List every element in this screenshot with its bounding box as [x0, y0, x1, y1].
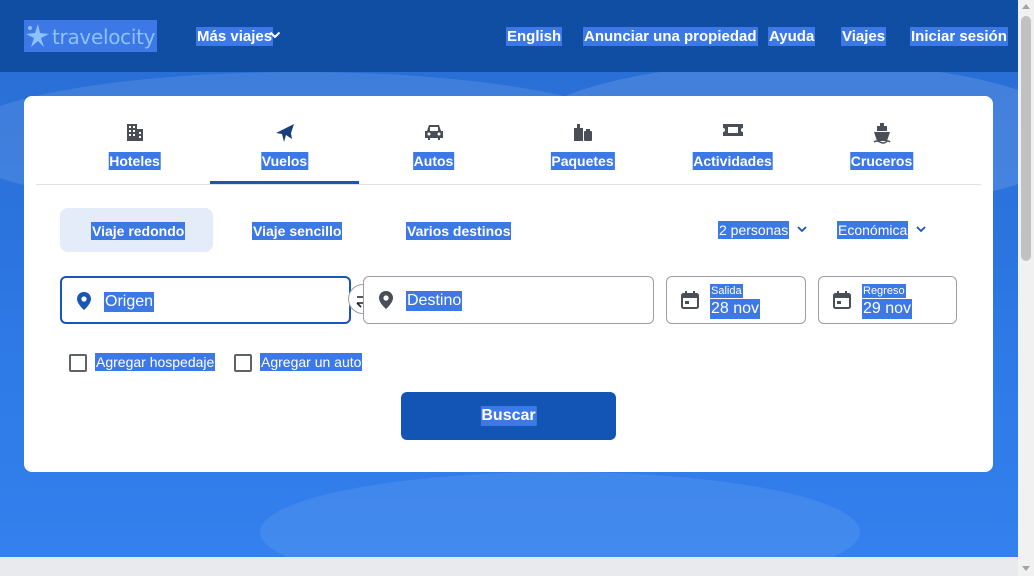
tab-flights[interactable]: Vuelos [210, 96, 359, 184]
location-pin-icon [379, 291, 393, 309]
tab-cruises-label: Cruceros [849, 152, 914, 170]
search-button-label: Buscar [480, 406, 537, 426]
more-trips-menu[interactable]: Más viajes [196, 27, 274, 46]
scroll-up-arrow-icon[interactable] [1022, 4, 1030, 9]
return-date-field[interactable]: Regreso 29 nov [818, 276, 957, 324]
nav-sign-in[interactable]: Iniciar sesión [910, 27, 1008, 46]
scroll-thumb[interactable] [1021, 16, 1031, 261]
tab-flights-label: Vuelos [260, 152, 309, 170]
add-lodging-label[interactable]: Agregar hospedaje [95, 353, 216, 371]
add-car-label[interactable]: Agregar un auto [260, 353, 363, 371]
nav-help[interactable]: Ayuda [768, 27, 816, 46]
trip-type-round-trip-label[interactable]: Viaje redondo [91, 222, 186, 240]
chevron-down-icon[interactable] [269, 30, 281, 40]
origin-field[interactable]: Origen [60, 276, 351, 324]
destination-field[interactable]: Destino [363, 276, 654, 324]
tab-hotels[interactable]: Hoteles [60, 96, 209, 184]
chevron-down-icon[interactable] [796, 224, 808, 234]
tab-cars[interactable]: Autos [359, 96, 508, 184]
departure-date-field[interactable]: Salida 28 nov [666, 276, 806, 324]
return-value: 29 nov [862, 299, 913, 319]
tab-packages[interactable]: Paquetes [508, 96, 657, 184]
nav-list-property[interactable]: Anunciar una propiedad [583, 27, 758, 46]
scroll-down-arrow-icon[interactable] [1022, 566, 1030, 571]
building-icon [126, 124, 143, 141]
cabin-class-dropdown[interactable]: Económica [837, 221, 909, 239]
chevron-down-icon[interactable] [915, 224, 927, 234]
logo-star-icon [26, 24, 49, 47]
plane-icon [275, 124, 294, 142]
travelers-dropdown[interactable]: 2 personas [718, 221, 790, 239]
nav-trips[interactable]: Viajes [841, 27, 887, 46]
travelocity-logo[interactable]: travelocity [24, 20, 157, 52]
search-button[interactable]: Buscar [401, 392, 616, 440]
nav-language[interactable]: English [506, 27, 563, 46]
trip-type-multi-city[interactable]: Varios destinos [406, 222, 512, 240]
return-label: Regreso [862, 284, 906, 298]
logo-text: travelocity [52, 25, 156, 49]
tab-cruises[interactable]: Cruceros [807, 96, 956, 184]
origin-placeholder: Origen [104, 292, 155, 312]
packages-icon [573, 124, 592, 141]
location-pin-icon [77, 292, 91, 310]
tab-cars-label: Autos [412, 152, 455, 170]
ticket-icon [722, 124, 743, 136]
destination-placeholder: Destino [406, 291, 463, 311]
departure-label: Salida [710, 284, 743, 298]
tab-hotels-label: Hoteles [108, 152, 161, 170]
tab-activities[interactable]: Actividades [658, 96, 807, 184]
add-lodging-checkbox[interactable] [69, 354, 87, 372]
calendar-icon [681, 291, 699, 309]
cruise-icon [873, 123, 891, 144]
tab-packages-label: Paquetes [550, 152, 615, 170]
departure-value: 28 nov [710, 299, 761, 319]
trip-type-one-way[interactable]: Viaje sencillo [252, 222, 343, 240]
search-card: Hoteles Vuelos Autos Paquetes Actividade… [24, 96, 993, 472]
tabs-divider [36, 184, 981, 185]
car-icon [424, 125, 443, 140]
calendar-icon [833, 291, 851, 309]
page-bottom [0, 557, 1018, 576]
vertical-scrollbar[interactable] [1018, 0, 1034, 576]
top-header: travelocity Más viajes English Anunciar … [0, 0, 1018, 72]
tab-activities-label: Actividades [692, 152, 773, 170]
add-car-checkbox[interactable] [234, 354, 252, 372]
